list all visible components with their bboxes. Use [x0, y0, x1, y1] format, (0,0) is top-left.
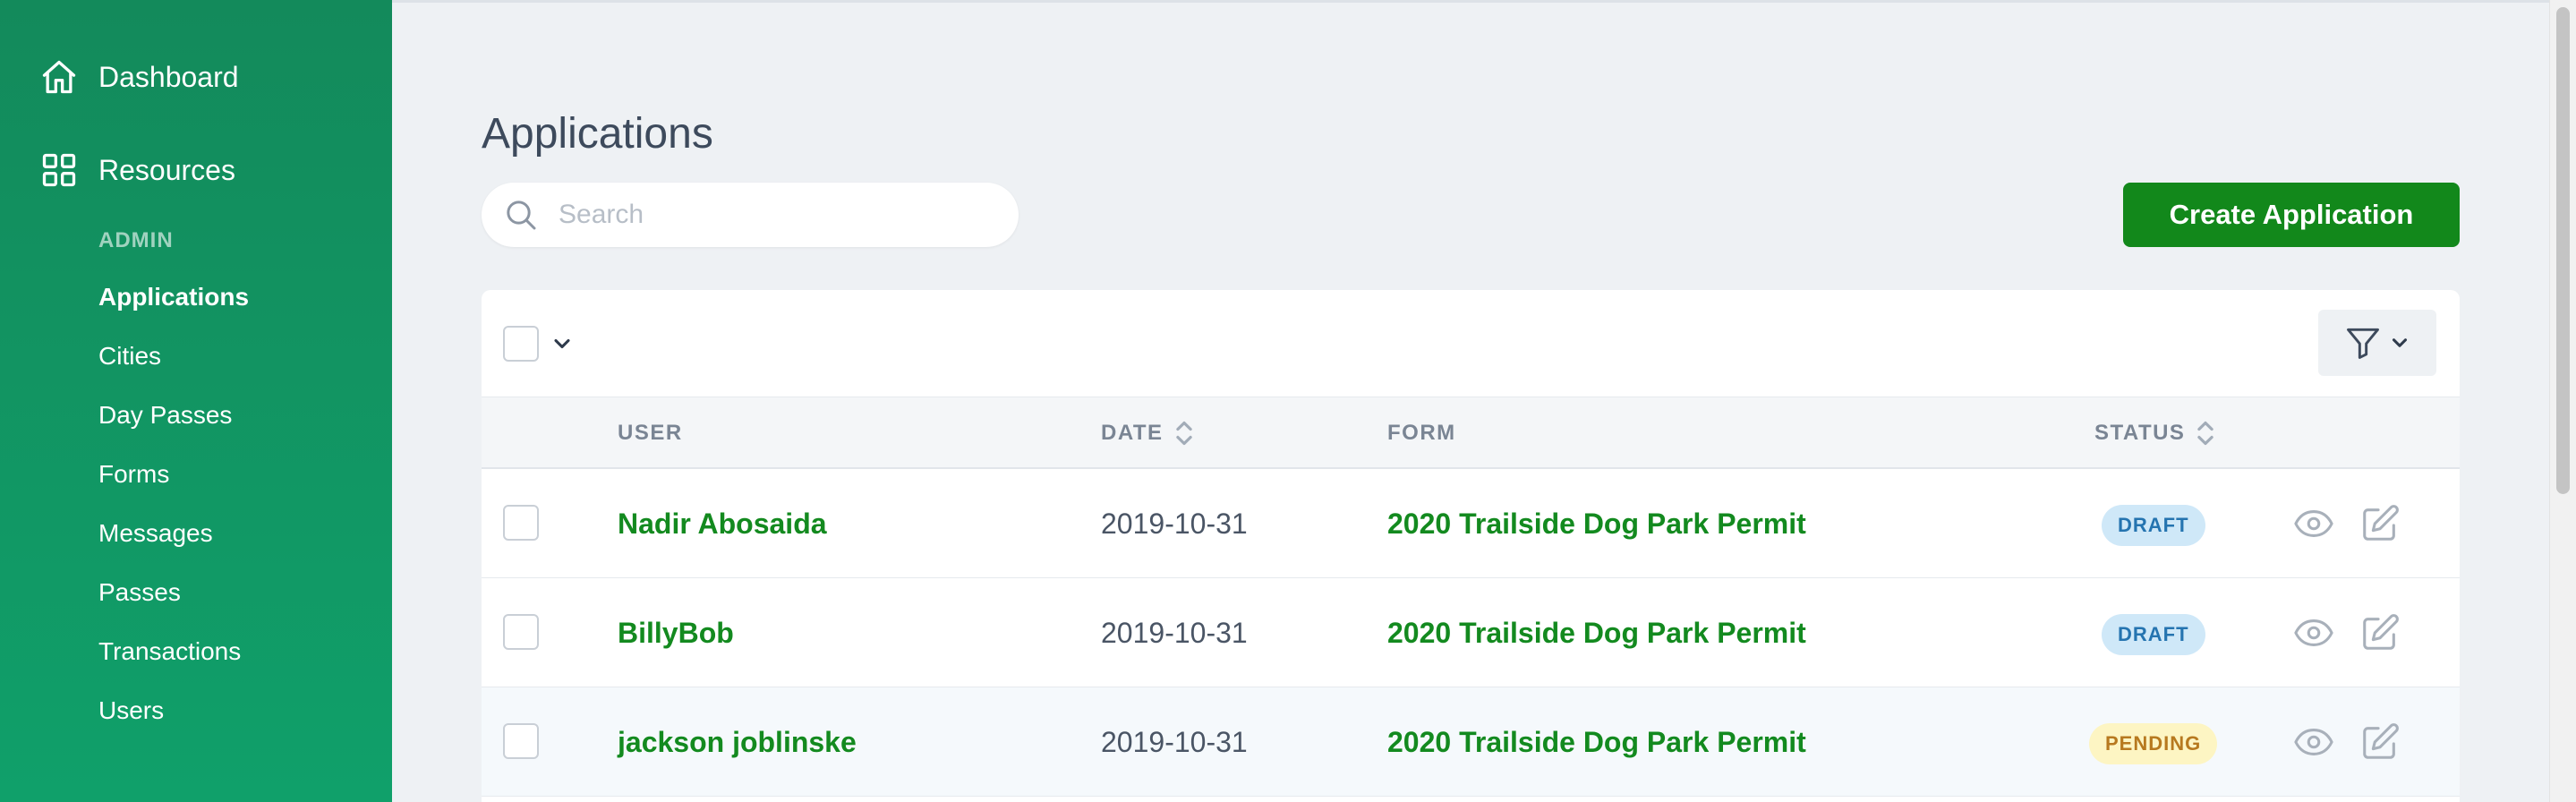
create-application-button[interactable]: Create Application: [2123, 183, 2460, 247]
filter-icon: [2347, 328, 2379, 359]
date-cell: 2019-10-31: [1101, 508, 1248, 540]
column-header-label: DATE: [1101, 421, 1164, 445]
table-row: BillyBob 2019-10-31 2020 Trailside Dog P…: [482, 578, 2460, 687]
edit-icon[interactable]: [2359, 503, 2401, 544]
search-icon: [507, 200, 536, 230]
date-cell: 2019-10-31: [1101, 726, 1248, 758]
sidebar-item-applications[interactable]: Applications: [98, 277, 249, 337]
sort-icon[interactable]: [2196, 419, 2215, 448]
scrollbar-thumb[interactable]: [2556, 7, 2570, 494]
edit-icon[interactable]: [2359, 612, 2401, 653]
grid-icon: [42, 153, 76, 187]
status-badge: PENDING: [2089, 723, 2218, 764]
sidebar-item-label: Resources: [98, 153, 235, 186]
page-title: Applications: [482, 110, 713, 158]
sidebar-section-heading: ADMIN: [98, 228, 174, 252]
row-checkbox[interactable]: [503, 723, 539, 759]
user-link[interactable]: Nadir Abosaida: [618, 469, 827, 578]
sidebar-subnav: Applications Cities Day Passes Forms Mes…: [98, 277, 249, 750]
column-header-form: FORM: [1387, 397, 1456, 469]
sidebar-item-forms[interactable]: Forms: [98, 455, 249, 514]
home-icon: [42, 60, 76, 94]
applications-table: USER DATE FORM STATUS Nadir Abosaida 201…: [482, 290, 2460, 802]
eye-icon[interactable]: [2293, 721, 2334, 763]
sidebar: Dashboard Resources ADMIN Applications C…: [0, 0, 392, 802]
sidebar-item-resources[interactable]: Resources: [39, 145, 235, 195]
sidebar-item-transactions[interactable]: Transactions: [98, 632, 249, 691]
user-link[interactable]: jackson joblinske: [618, 687, 857, 797]
table-row: jackson joblinske 2019-10-31 2020 Trails…: [482, 687, 2460, 797]
sidebar-item-users[interactable]: Users: [98, 691, 249, 750]
column-header-label: STATUS: [2094, 421, 2186, 445]
edit-icon[interactable]: [2359, 721, 2401, 763]
user-link[interactable]: BillyBob: [618, 578, 734, 687]
sidebar-item-label: Dashboard: [98, 60, 239, 93]
top-divider: [392, 0, 2549, 3]
search-box[interactable]: [482, 183, 1019, 247]
date-cell: 2019-10-31: [1101, 617, 1248, 649]
row-checkbox[interactable]: [503, 614, 539, 650]
form-link[interactable]: 2020 Trailside Dog Park Permit: [1387, 578, 1806, 687]
search-input[interactable]: [559, 200, 988, 230]
eye-icon[interactable]: [2293, 503, 2334, 544]
form-link[interactable]: 2020 Trailside Dog Park Permit: [1387, 687, 1806, 797]
select-all-checkbox[interactable]: [503, 326, 539, 362]
table-header: USER DATE FORM STATUS: [482, 397, 2460, 469]
row-checkbox[interactable]: [503, 505, 539, 541]
sidebar-item-day-passes[interactable]: Day Passes: [98, 396, 249, 455]
column-header-label: FORM: [1387, 421, 1456, 445]
column-header-date[interactable]: DATE: [1101, 397, 1194, 469]
eye-icon[interactable]: [2293, 612, 2334, 653]
column-header-user: USER: [618, 397, 683, 469]
chevron-down-icon: [2392, 338, 2408, 347]
filter-button[interactable]: [2318, 310, 2436, 376]
sidebar-item-passes[interactable]: Passes: [98, 573, 249, 632]
column-header-status[interactable]: STATUS: [2094, 397, 2215, 469]
column-header-label: USER: [618, 421, 683, 445]
sidebar-item-dashboard[interactable]: Dashboard: [39, 52, 239, 102]
scrollbar[interactable]: [2549, 0, 2576, 802]
sidebar-item-messages[interactable]: Messages: [98, 514, 249, 573]
form-link[interactable]: 2020 Trailside Dog Park Permit: [1387, 469, 1806, 578]
sort-icon[interactable]: [1174, 419, 1194, 448]
chevron-down-icon[interactable]: [550, 331, 575, 356]
status-badge: DRAFT: [2102, 505, 2205, 546]
table-toolbar: [482, 290, 2460, 397]
status-badge: DRAFT: [2102, 614, 2205, 655]
sidebar-item-cities[interactable]: Cities: [98, 337, 249, 396]
table-row: Nadir Abosaida 2019-10-31 2020 Trailside…: [482, 469, 2460, 578]
